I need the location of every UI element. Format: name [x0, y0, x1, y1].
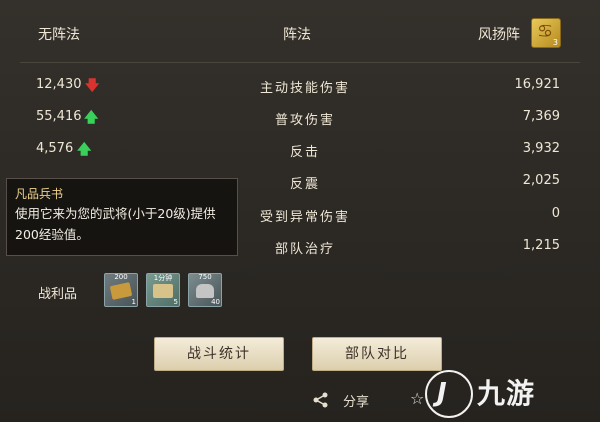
stat-left-value: 55,416 [36, 109, 82, 124]
favorite-icon[interactable]: ☆ [410, 389, 424, 408]
stat-right-value: 3,932 [522, 141, 560, 156]
formation-glyph-icon: ♋ [537, 21, 554, 42]
stat-name: 反震 [289, 177, 320, 192]
stat-right-value: 7,369 [522, 109, 560, 124]
troop-compare-button[interactable]: 部队对比 [312, 337, 442, 371]
watermark-emblem-icon: J [425, 370, 473, 418]
share-button[interactable]: 分享 [343, 391, 369, 410]
battle-stats-button[interactable]: 战斗统计 [154, 337, 284, 371]
share-icon[interactable] [313, 392, 329, 408]
loot-item-qty: 1 [131, 298, 136, 306]
stat-name: 普攻伤害 [274, 113, 335, 128]
loot-item-qty: 40 [211, 298, 220, 306]
formation-label: 阵法 [283, 27, 311, 43]
loot-label: 战利品 [38, 287, 78, 302]
stat-right-value: 1,215 [522, 238, 560, 253]
stat-name: 反击 [289, 145, 320, 160]
stat-row: 12,430 🡇 主动技能伤害 16,921 [0, 72, 600, 100]
loot-item-value: 200 [114, 273, 128, 281]
loot-item-qty: 5 [173, 298, 178, 306]
loot-item-value: 1分钟 [153, 274, 173, 282]
formation-level: 3 [552, 38, 558, 47]
formation-icon[interactable]: ♋ 3 [531, 18, 561, 48]
stat-left-value: 4,576 [36, 141, 74, 156]
stat-row: 55,416 🡅 普攻伤害 7,369 [0, 104, 600, 132]
stat-right-value: 2,025 [522, 173, 560, 188]
stat-name: 主动技能伤害 [259, 81, 350, 96]
iron-ore-icon [196, 284, 214, 298]
scroll-bundle-icon [109, 282, 133, 300]
tooltip-title: 凡品兵书 [15, 187, 64, 201]
loot-item-value: 750 [198, 273, 212, 281]
no-formation-label: 无阵法 [38, 27, 80, 43]
stat-right-value: 0 [551, 206, 560, 221]
watermark-text: 九游 [477, 377, 536, 410]
loot-item[interactable]: 200 1 [104, 273, 138, 307]
loot-item[interactable]: 750 40 [188, 273, 222, 307]
header-row: 无阵法 阵法 风扬阵 ♋ 3 [0, 18, 600, 48]
stat-name: 受到异常伤害 [259, 210, 350, 225]
header-divider [20, 62, 580, 63]
up-arrow-icon: 🡅 [84, 110, 99, 126]
battle-report-panel: 无阵法 阵法 风扬阵 ♋ 3 12,430 🡇 主动技能伤害 16,921 55… [0, 0, 600, 422]
tooltip-body: 使用它来为您的武将(小于20级)提供200经验值。 [15, 206, 216, 242]
item-tooltip: 凡品兵书 使用它来为您的武将(小于20级)提供200经验值。 [6, 178, 238, 256]
up-arrow-icon: 🡅 [77, 142, 92, 158]
stat-right-value: 16,921 [514, 77, 561, 92]
down-arrow-icon: 🡇 [85, 78, 100, 94]
map-scroll-icon [153, 284, 173, 298]
loot-item[interactable]: 1分钟 5 [146, 273, 180, 307]
stat-name: 部队治疗 [274, 242, 335, 257]
stat-row: 4,576 🡅 反击 3,932 [0, 136, 600, 164]
stat-left-value: 12,430 [36, 77, 82, 92]
watermark-logo: J 九游 [425, 362, 600, 422]
formation-name: 风扬阵 [478, 27, 520, 43]
